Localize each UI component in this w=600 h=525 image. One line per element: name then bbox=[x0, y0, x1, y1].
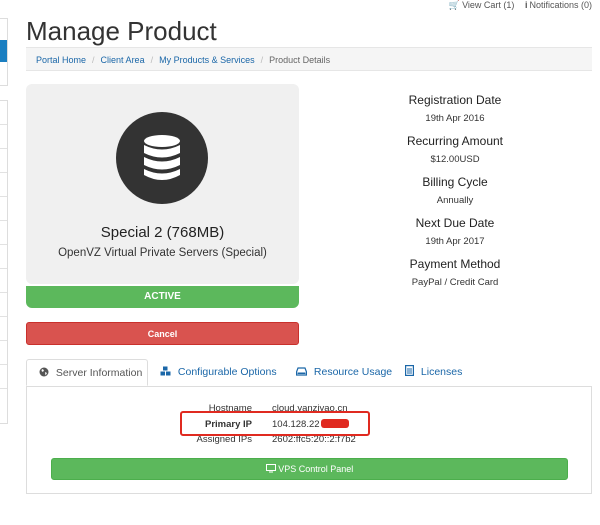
recurring-amount-label: Recurring Amount bbox=[406, 134, 504, 148]
sidebar-divider bbox=[0, 244, 7, 245]
recurring-amount-value: $12.00USD bbox=[430, 154, 480, 165]
sidebar-edge bbox=[0, 0, 8, 525]
sidebar-divider bbox=[0, 148, 7, 149]
vps-control-panel-button[interactable]: VPS Control Panel bbox=[51, 458, 568, 480]
product-card: Special 2 (768MB) OpenVZ Virtual Private… bbox=[26, 84, 299, 284]
next-due-date-value: 19th Apr 2017 bbox=[425, 236, 485, 247]
registration-date-value: 19th Apr 2016 bbox=[425, 113, 485, 124]
billing-details: Registration Date 19th Apr 2016 Recurrin… bbox=[355, 90, 555, 295]
database-icon bbox=[116, 112, 208, 204]
cubes-icon bbox=[160, 366, 174, 378]
vps-control-panel-label: VPS Control Panel bbox=[278, 464, 354, 474]
monitor-icon bbox=[265, 464, 279, 474]
product-group: OpenVZ Virtual Private Servers (Special) bbox=[58, 247, 267, 259]
sidebar-active-item[interactable] bbox=[0, 40, 7, 62]
breadcrumb-separator: / bbox=[92, 55, 95, 65]
product-tabs: Server Information Configurable Options … bbox=[26, 359, 592, 387]
file-icon bbox=[405, 365, 417, 378]
tab-licenses[interactable]: Licenses bbox=[405, 359, 462, 386]
sidebar-divider bbox=[0, 172, 7, 173]
billing-cycle-label: Billing Cycle bbox=[422, 175, 488, 189]
redaction-mark bbox=[321, 419, 349, 428]
tab-configurable-options-label: Configurable Options bbox=[177, 366, 277, 378]
sidebar-divider bbox=[0, 340, 7, 341]
sidebar-divider bbox=[0, 220, 7, 221]
sidebar-divider bbox=[0, 364, 7, 365]
tab-resource-usage-label: Resource Usage bbox=[313, 366, 393, 378]
globe-icon bbox=[39, 367, 52, 379]
next-due-date-label: Next Due Date bbox=[415, 216, 495, 230]
sidebar-divider bbox=[0, 124, 7, 125]
cart-icon: 🛒 bbox=[448, 0, 461, 10]
billing-cycle-value: Annually bbox=[436, 195, 474, 206]
breadcrumb-separator: / bbox=[260, 55, 264, 65]
cancel-button[interactable]: Cancel bbox=[26, 322, 299, 345]
breadcrumb-products-services[interactable]: My Products & Services bbox=[159, 55, 255, 65]
page-title: Manage Product bbox=[26, 16, 217, 46]
tab-configurable-options[interactable]: Configurable Options bbox=[160, 359, 277, 386]
breadcrumb-current: Product Details bbox=[269, 55, 331, 65]
sidebar-divider bbox=[0, 388, 7, 389]
registration-date-label: Registration Date bbox=[408, 93, 502, 107]
breadcrumb: Portal Home / Client Area / My Products & Se… bbox=[26, 47, 592, 71]
notifications-link[interactable]: i Notifications (0) bbox=[525, 0, 592, 10]
tab-licenses-label: Licenses bbox=[420, 366, 463, 378]
info-icon: i bbox=[524, 0, 528, 10]
tab-server-information[interactable]: Server Information bbox=[26, 359, 148, 386]
tab-server-information-label: Server Information bbox=[55, 367, 143, 379]
sidebar-divider bbox=[0, 316, 7, 317]
notifications-label: Notifications (0) bbox=[529, 0, 592, 10]
breadcrumb-client-area[interactable]: Client Area bbox=[101, 55, 145, 65]
hdd-icon bbox=[295, 366, 310, 378]
sidebar-divider bbox=[0, 196, 7, 197]
sidebar-divider bbox=[0, 268, 7, 269]
top-bar: 🛒 View Cart (1) i Notifications (0) bbox=[441, 0, 592, 11]
payment-method-value: PayPal / Credit Card bbox=[411, 277, 499, 288]
breadcrumb-portal-home[interactable]: Portal Home bbox=[36, 55, 86, 65]
sidebar-divider bbox=[0, 292, 7, 293]
breadcrumb-separator: / bbox=[150, 55, 154, 65]
payment-method-label: Payment Method bbox=[409, 257, 501, 271]
tab-resource-usage[interactable]: Resource Usage bbox=[295, 359, 393, 386]
view-cart-link[interactable]: 🛒 View Cart (1) bbox=[449, 0, 515, 10]
status-badge: ACTIVE bbox=[26, 286, 299, 308]
product-name: Special 2 (768MB) bbox=[100, 224, 225, 241]
view-cart-label: View Cart (1) bbox=[462, 0, 515, 10]
